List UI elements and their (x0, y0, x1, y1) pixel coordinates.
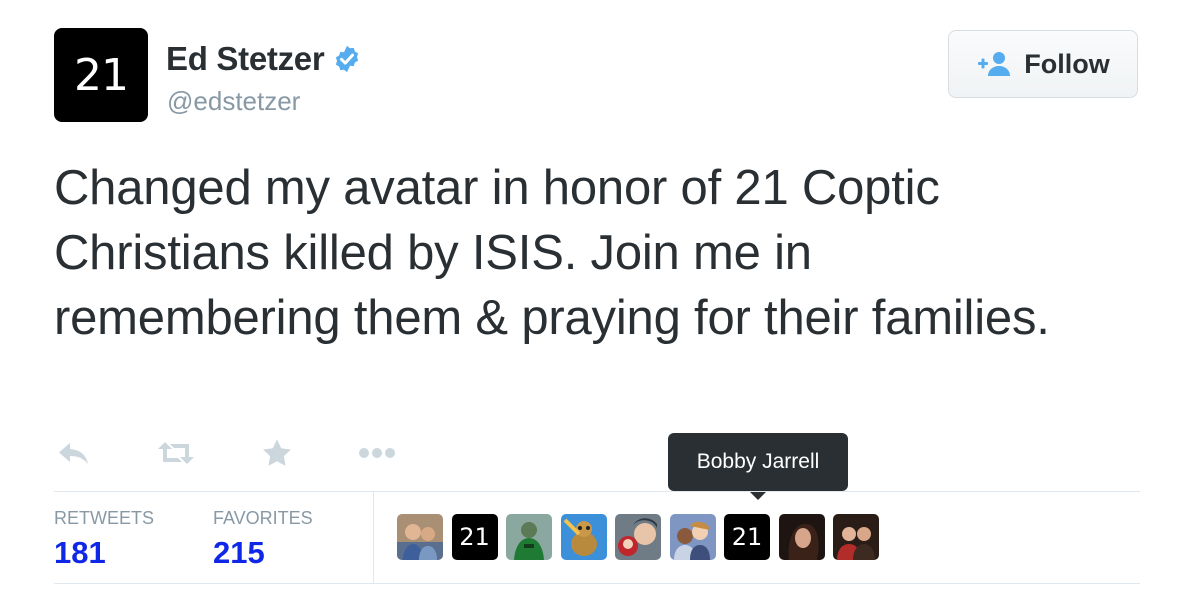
favorites-stat[interactable]: FAVORITES 215 (213, 508, 313, 571)
favoriter-avatar[interactable] (669, 514, 716, 560)
stats-divider-top (54, 491, 1140, 492)
favoriter-avatar[interactable]: 21 (451, 514, 498, 560)
retweets-stat[interactable]: RETWEETS 181 (54, 508, 154, 571)
favoriter-avatars: 21 21 (397, 514, 888, 560)
more-icon (359, 448, 395, 458)
retweet-button[interactable] (156, 436, 196, 470)
author-handle[interactable]: @edstetzer (167, 86, 300, 117)
star-icon (263, 439, 291, 466)
add-user-icon (978, 52, 1011, 76)
retweet-icon (158, 442, 194, 464)
favoriter-avatar[interactable] (833, 514, 879, 560)
favoriter-avatar[interactable] (560, 514, 607, 560)
favorites-label: FAVORITES (213, 508, 313, 528)
reply-button[interactable] (56, 436, 92, 470)
retweets-count: 181 (54, 535, 106, 570)
favoriter-avatar[interactable] (778, 514, 825, 560)
favoriter-avatar[interactable]: 21 (724, 514, 770, 560)
follow-button-label: Follow (1024, 48, 1110, 79)
retweets-label: RETWEETS (54, 508, 155, 528)
author-avatar[interactable]: 21 (54, 28, 148, 122)
favoriter-avatar[interactable] (397, 514, 443, 560)
user-tooltip: Bobby Jarrell (668, 433, 848, 491)
follow-button[interactable]: Follow (948, 30, 1138, 98)
reply-icon (59, 443, 88, 464)
favoriter-avatar[interactable] (506, 514, 552, 560)
more-button[interactable] (356, 436, 398, 470)
author-name-row: Ed Stetzer (166, 40, 362, 78)
favorites-count: 215 (213, 535, 265, 570)
favoriter-avatar[interactable] (615, 514, 661, 560)
tweet-text: Changed my avatar in honor of 21 Coptic … (54, 161, 1050, 345)
verified-badge-icon (336, 45, 359, 73)
stats-divider-vertical (373, 492, 374, 583)
stats-divider-bottom (54, 583, 1140, 584)
favorite-button[interactable] (259, 436, 295, 470)
author-name[interactable]: Ed Stetzer (166, 40, 325, 78)
